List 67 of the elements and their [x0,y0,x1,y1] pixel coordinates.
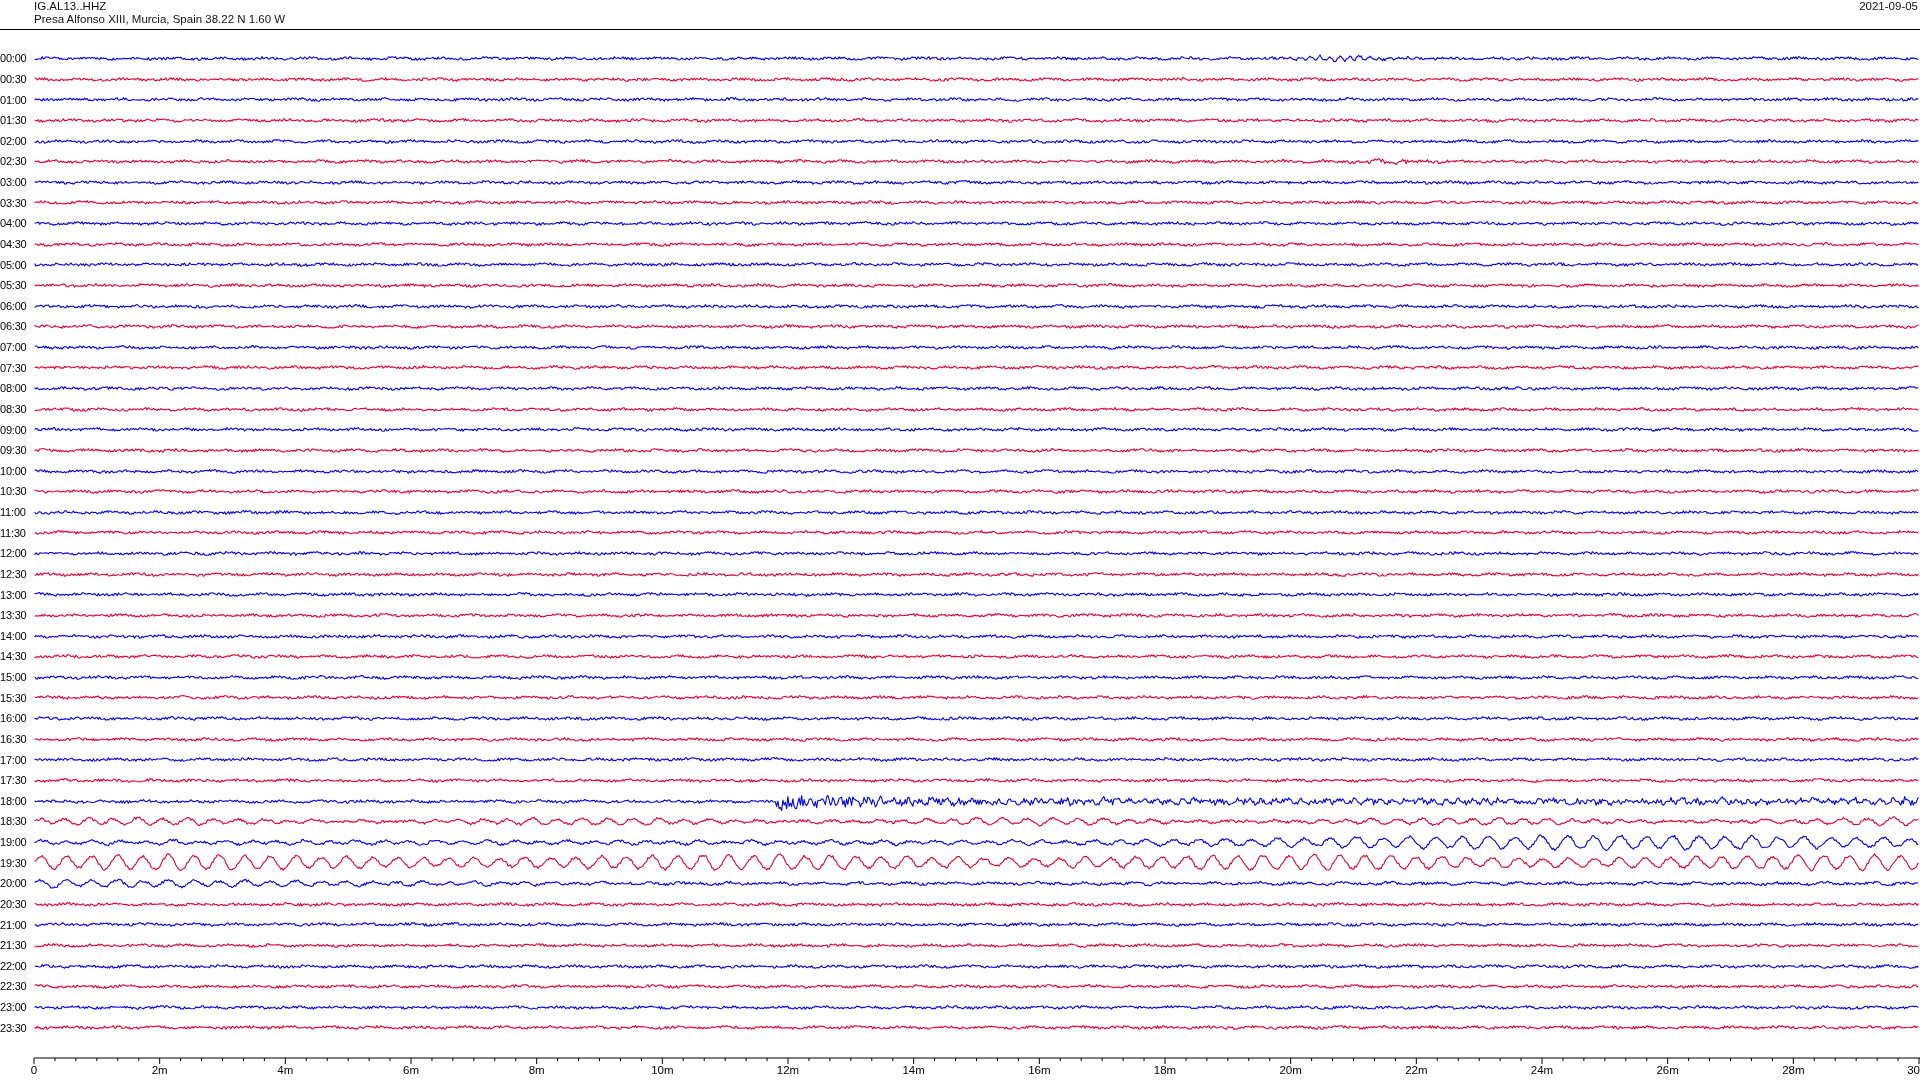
trace-time-label: 20:30 [0,897,28,910]
axis-tick-label: 14m [902,1064,925,1077]
plot-date: 2021-09-05 [1859,0,1918,14]
trace-time-label: 18:30 [0,815,28,828]
axis-tick-label: 24m [1530,1064,1554,1077]
trace-time-label: 08:00 [0,382,28,395]
trace-time-label: 10:30 [0,485,28,498]
axis-tick-label: 28m [1782,1064,1805,1077]
trace-time-label: 04:00 [0,217,28,230]
trace-time-label: 17:00 [0,753,28,766]
trace-time-label: 17:30 [0,774,28,787]
axis-tick-label: 6m [403,1064,419,1077]
trace-time-label: 09:30 [0,444,28,457]
trace-time-label: 00:30 [0,72,28,85]
trace-time-label: 16:30 [0,732,28,745]
trace-time-label: 05:00 [0,258,28,271]
axis-tick-label: 18m [1153,1064,1177,1077]
axis-tick-label: 4m [277,1064,294,1077]
trace-time-label: 01:00 [0,93,28,106]
trace-time-label: 06:00 [0,299,28,312]
trace-time-label: 08:30 [0,402,28,415]
trace-time-label: 07:30 [0,361,28,374]
trace-time-label: 22:00 [0,959,28,972]
trace-time-label: 05:30 [0,279,28,292]
trace-time-label: 23:30 [0,1021,28,1034]
trace-time-label: 09:00 [0,423,28,436]
trace-time-label: 19:30 [0,856,28,869]
trace-time-label: 02:30 [0,155,28,168]
axis-tick-label: 22m [1405,1064,1428,1077]
axis-tick-label: 30 [1907,1064,1920,1077]
trace-time-label: 12:30 [0,567,28,580]
trace-time-label: 14:00 [0,629,28,642]
trace-time-label: 18:00 [0,794,28,807]
trace-time-label: 21:00 [0,918,28,931]
trace-time-label: 10:00 [0,464,28,477]
trace-time-label: 20:00 [0,877,28,890]
trace-time-label: 19:00 [0,836,28,849]
trace-time-label: 03:30 [0,196,28,209]
trace-time-label: 11:30 [0,526,27,539]
trace-time-label: 07:00 [0,341,28,354]
trace-time-label: 16:00 [0,712,28,725]
station-location: Presa Alfonso XIII, Murcia, Spain 38.22 N 1.60 W [34,13,286,26]
trace-time-label: 15:00 [0,671,28,684]
trace-time-label: 15:30 [0,691,28,704]
axis-tick-label: 8m [528,1064,545,1077]
trace-time-label: 13:30 [0,609,28,622]
axis-tick-label: 20m [1279,1064,1302,1077]
trace-time-label: 11:00 [0,506,27,519]
trace-time-label: 22:30 [0,980,28,993]
trace-time-label: 04:30 [0,237,28,250]
axis-tick-label: 2m [151,1064,168,1077]
axis-tick-label: 10m [651,1064,674,1077]
trace-time-label: 12:00 [0,547,28,560]
trace-time-label: 21:30 [0,939,28,952]
trace-time-label: 14:30 [0,650,28,663]
axis-tick-label: 0 [30,1064,38,1077]
axis-tick-label: 12m [776,1064,800,1077]
trace-time-label: 01:30 [0,114,28,127]
trace-time-label: 00:00 [0,52,28,65]
axis-tick-label: 26m [1656,1064,1679,1077]
axis-tick-label: 16m [1028,1064,1051,1077]
trace-time-label: 02:00 [0,134,28,147]
trace-time-label: 23:00 [0,1001,28,1014]
trace-time-label: 03:00 [0,176,28,189]
trace-time-label: 06:30 [0,320,28,333]
station-code: IG.AL13..HHZ [34,0,108,13]
trace-time-label: 13:00 [0,588,28,601]
